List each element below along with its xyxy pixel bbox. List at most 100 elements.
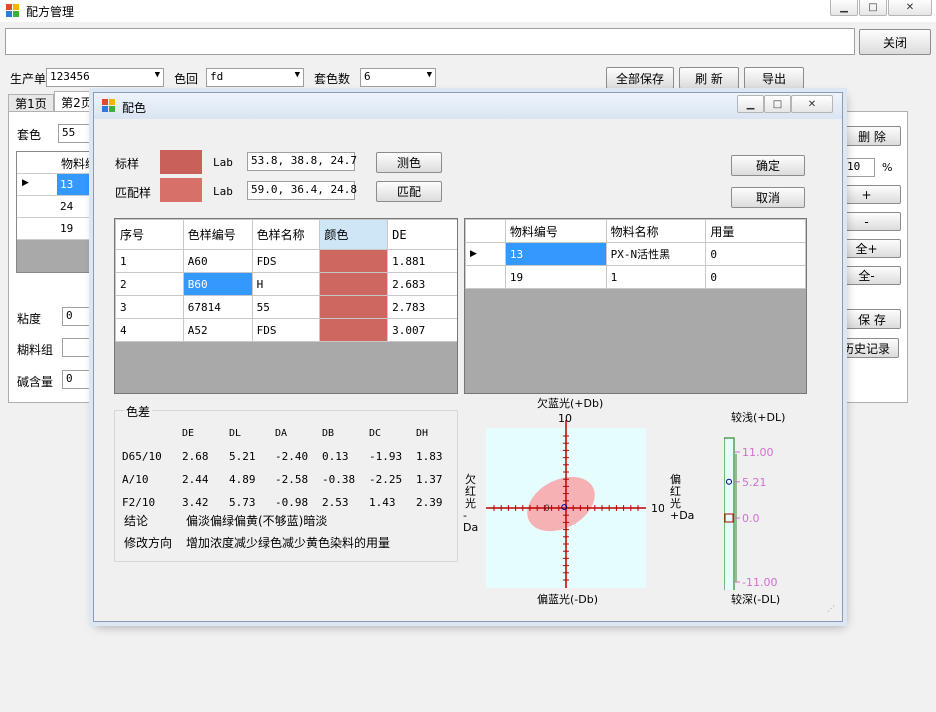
- table-row[interactable]: 24: [17, 196, 99, 218]
- maximize-button[interactable]: □: [859, 0, 887, 16]
- app-icon: [6, 4, 20, 18]
- l-tick-label: 11.00: [742, 446, 774, 459]
- direction-value: 增加浓度减少绿色减少黄色染料的用量: [186, 536, 391, 550]
- table-row[interactable]: 19: [17, 218, 99, 240]
- standard-lab-label: Lab: [213, 156, 233, 169]
- col-header-color[interactable]: 颜色: [319, 219, 389, 250]
- dialog-close-button[interactable]: ✕: [791, 95, 833, 113]
- resize-grip-icon: ⋰: [827, 604, 835, 613]
- production-value: 123456: [50, 70, 90, 83]
- cell-name: FDS: [251, 318, 321, 342]
- match-button[interactable]: 匹配: [376, 181, 442, 202]
- diff-illuminant: F2/10: [122, 496, 156, 509]
- set-color-label: 套色: [17, 128, 42, 142]
- diff-value: -2.58: [275, 473, 309, 486]
- cell-de: 2.783: [387, 295, 457, 319]
- alkali-label: 碱含量: [17, 375, 54, 389]
- standard-label: 标样: [115, 157, 140, 171]
- cell-no: 4: [115, 318, 184, 342]
- col-header-amount[interactable]: 用量: [705, 219, 806, 243]
- percent-field[interactable]: 10: [843, 158, 875, 177]
- l-tick-label: 5.21: [742, 476, 767, 489]
- diff-value: -0.98: [275, 496, 309, 509]
- dialog-titlebar: 配色 ▁ □ ✕: [94, 93, 842, 119]
- delete-button[interactable]: 删 除: [843, 126, 901, 146]
- ab-top-tick: 10: [558, 412, 572, 425]
- table-row[interactable]: 4 A52 FDS 3.007: [115, 318, 457, 342]
- cell-name: H: [251, 272, 321, 296]
- table-row[interactable]: ▶ 13 PX-N活性黑 0: [465, 242, 806, 266]
- match-lab-field[interactable]: 59.0, 36.4, 24.8: [247, 181, 357, 200]
- color-return-combo[interactable]: fd ▼: [206, 68, 304, 87]
- col-header-material-name[interactable]: 物料名称: [605, 219, 707, 243]
- minimize-button[interactable]: ▁: [830, 0, 858, 16]
- dialog-minimize-button[interactable]: ▁: [737, 95, 764, 113]
- close-button[interactable]: 关闭: [859, 29, 931, 55]
- cell-code: A60: [182, 249, 253, 273]
- dialog-maximize-button[interactable]: □: [764, 95, 791, 113]
- diff-illuminant: D65/10: [122, 450, 162, 463]
- cell-no: 3: [115, 295, 184, 319]
- ok-button[interactable]: 确定: [731, 155, 805, 176]
- diff-col-header: DA: [275, 428, 288, 439]
- set-color-field[interactable]: 55: [58, 124, 98, 143]
- col-header-de[interactable]: DE: [387, 219, 457, 250]
- close-window-button[interactable]: ✕: [888, 0, 932, 16]
- col-header-material-code[interactable]: 物料编号: [504, 219, 607, 243]
- table-row[interactable]: 2 B60 H 2.683: [115, 272, 457, 296]
- conclusion-label: 结论: [124, 514, 149, 528]
- match-lab-label: Lab: [213, 185, 233, 198]
- main-material-cell: 13: [60, 178, 74, 191]
- l-tick-label: -11.00: [742, 576, 777, 589]
- dialog-body: 标样 Lab 53.8, 38.8, 24.7 测色 匹配样 Lab 59.0,…: [97, 120, 839, 617]
- diff-value: 1.43: [369, 496, 396, 509]
- cancel-button[interactable]: 取消: [731, 187, 805, 208]
- match-color-dialog: 配色 ▁ □ ✕ 标样 Lab 53.8, 38.8, 24.7 测色 匹配样 …: [93, 92, 843, 622]
- table-row[interactable]: 3 67814 55 2.783: [115, 295, 457, 319]
- viscosity-label: 粘度: [17, 312, 42, 326]
- cell-color-swatch: [319, 249, 389, 273]
- cell-no: 1: [115, 249, 184, 273]
- tab-page-1[interactable]: 第1页: [8, 94, 54, 112]
- match-swatch: [160, 178, 202, 202]
- col-header-code[interactable]: 色样编号: [182, 219, 253, 250]
- col-header-name[interactable]: 色样名称: [251, 219, 321, 250]
- l-chart: 11.00 5.21 0.0 -11.00: [724, 437, 777, 590]
- diff-value: -2.40: [275, 450, 309, 463]
- ab-chart: 10 10 0: [486, 412, 664, 588]
- table-row[interactable]: 1 A60 FDS 1.881: [115, 249, 457, 273]
- match-label: 匹配样: [115, 186, 152, 200]
- cell-de: 2.683: [387, 272, 457, 296]
- chevron-down-icon: ▼: [426, 70, 432, 80]
- cell-no: 2: [115, 272, 184, 296]
- ab-left-label: 欠 红 光 -Da: [463, 474, 481, 534]
- save-all-button[interactable]: 全部保存: [606, 67, 674, 89]
- table-row[interactable]: 19 1 0: [465, 265, 806, 289]
- diff-col-header: DE: [182, 428, 195, 439]
- cell-material-code: 13: [504, 242, 607, 266]
- diff-value: 5.21: [229, 450, 256, 463]
- diff-value: -1.93: [369, 450, 403, 463]
- production-label: 生产单: [10, 72, 47, 86]
- set-count-label: 套色数: [314, 72, 351, 86]
- diff-col-header: DL: [229, 428, 242, 439]
- save-button[interactable]: 保 存: [843, 309, 901, 329]
- diff-value: 4.89: [229, 473, 256, 486]
- export-button[interactable]: 导出: [744, 67, 804, 89]
- measure-button[interactable]: 测色: [376, 152, 442, 173]
- ab-origin-label: 0: [544, 504, 550, 514]
- refresh-button[interactable]: 刷 新: [679, 67, 739, 89]
- standard-lab-field[interactable]: 53.8, 38.8, 24.7: [247, 152, 357, 171]
- cell-material-name: 1: [605, 265, 707, 289]
- production-combo[interactable]: 123456 ▼: [46, 68, 164, 87]
- cell-de: 1.881: [387, 249, 457, 273]
- table-row[interactable]: ▶ 13: [17, 174, 99, 196]
- chevron-down-icon: ▼: [154, 70, 160, 80]
- cell-color-swatch: [319, 272, 389, 296]
- cell-amount: 0: [705, 265, 806, 289]
- direction-label: 修改方向: [124, 536, 173, 550]
- set-count-combo[interactable]: 6 ▼: [360, 68, 436, 87]
- color-diff-table: DE DL DA DB DC DH D65/10 2.68 5.21 -2.40 0.13 -1.93…: [122, 420, 452, 510]
- top-input[interactable]: [5, 28, 855, 55]
- col-header-no[interactable]: 序号: [115, 219, 184, 250]
